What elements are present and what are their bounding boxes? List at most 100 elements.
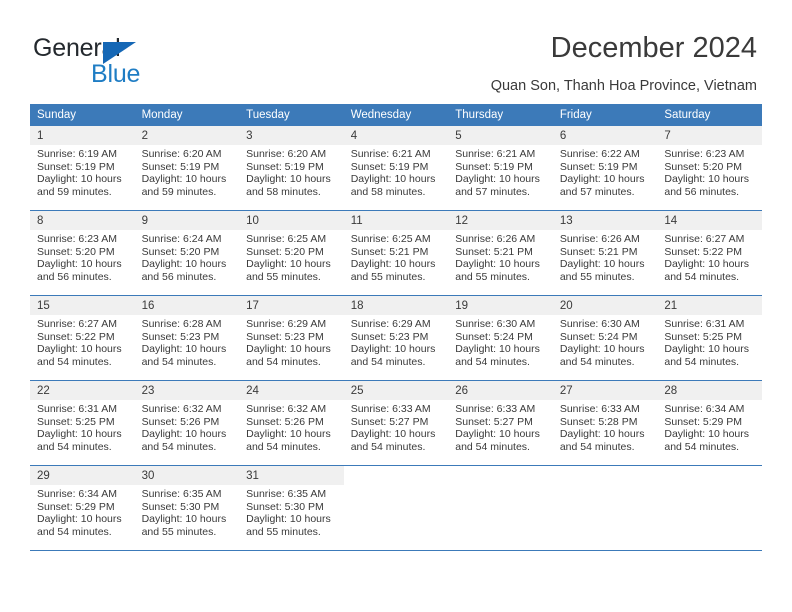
sunset-text: Sunset: 5:26 PM [246, 415, 324, 428]
day-cell[interactable]: 27 Sunrise: 6:33 AM Sunset: 5:28 PM Dayligh… [552, 380, 658, 466]
daylight-text-line1: Daylight: 10 hours [559, 173, 645, 186]
day-cell[interactable]: 30 Sunrise: 6:35 AM Sunset: 5:30 PM Dayligh… [134, 465, 240, 551]
sunrise-text: Sunrise: 6:35 AM [141, 488, 222, 500]
day-number: 6 [552, 126, 658, 145]
day-cell[interactable]: 11 Sunrise: 6:25 AM Sunset: 5:21 PM Dayligh… [343, 210, 449, 296]
daylight-text-line1: Daylight: 10 hours [664, 173, 750, 186]
day-cell[interactable]: 13 Sunrise: 6:26 AM Sunset: 5:21 PM Dayligh… [552, 210, 658, 296]
day-info: Sunrise: 6:34 AM Sunset: 5:29 PM Daylight:… [30, 485, 135, 538]
day-number: 11 [343, 211, 449, 230]
day-number: 5 [448, 126, 553, 145]
sunset-text: Sunset: 5:25 PM [37, 415, 115, 428]
sunrise-text: Sunrise: 6:33 AM [559, 403, 640, 415]
weekday-header-row: Sunday Monday Tuesday Wednesday Thursday… [30, 104, 762, 126]
daylight-text-line1: Daylight: 10 hours [350, 258, 436, 271]
day-cell[interactable]: 8 Sunrise: 6:23 AM Sunset: 5:20 PM Daylight… [30, 210, 135, 296]
sunrise-text: Sunrise: 6:27 AM [37, 318, 117, 330]
day-cell[interactable]: 29 Sunrise: 6:34 AM Sunset: 5:29 PM Dayligh… [30, 465, 135, 551]
day-cell[interactable]: 28 Sunrise: 6:34 AM Sunset: 5:29 PM Dayligh… [657, 380, 762, 466]
sunrise-text: Sunrise: 6:32 AM [246, 403, 327, 415]
day-info: Sunrise: 6:25 AM Sunset: 5:21 PM Daylight:… [344, 230, 449, 283]
day-cell[interactable]: 12 Sunrise: 6:26 AM Sunset: 5:21 PM Dayligh… [448, 210, 553, 296]
day-cell[interactable]: 26 Sunrise: 6:33 AM Sunset: 5:27 PM Dayligh… [448, 380, 553, 466]
day-cell-empty [552, 465, 658, 551]
daylight-text-line1: Daylight: 10 hours [141, 173, 227, 186]
day-cell[interactable]: 20 Sunrise: 6:30 AM Sunset: 5:24 PM Dayligh… [552, 295, 658, 381]
day-cell-empty [448, 465, 553, 551]
sunset-text: Sunset: 5:29 PM [37, 500, 115, 513]
day-info: Sunrise: 6:30 AM Sunset: 5:24 PM Daylight:… [448, 315, 553, 368]
weekday-header-saturday: Saturday [657, 104, 762, 126]
day-cell[interactable]: 3 Sunrise: 6:20 AM Sunset: 5:19 PM Daylight… [239, 126, 344, 211]
daylight-text-line2: and 54 minutes. [455, 355, 530, 368]
day-cell[interactable]: 19 Sunrise: 6:30 AM Sunset: 5:24 PM Dayligh… [448, 295, 553, 381]
day-info: Sunrise: 6:31 AM Sunset: 5:25 PM Daylight:… [657, 315, 762, 368]
day-cell[interactable]: 10 Sunrise: 6:25 AM Sunset: 5:20 PM Dayligh… [239, 210, 344, 296]
sunset-text: Sunset: 5:30 PM [246, 500, 324, 513]
daylight-text-line1: Daylight: 10 hours [37, 173, 122, 186]
day-cell[interactable]: 24 Sunrise: 6:32 AM Sunset: 5:26 PM Dayligh… [239, 380, 344, 466]
day-cell[interactable]: 22 Sunrise: 6:31 AM Sunset: 5:25 PM Dayligh… [30, 380, 135, 466]
daylight-text-line2: and 55 minutes. [559, 270, 635, 283]
daylight-text-line2: and 55 minutes. [455, 270, 530, 283]
day-cell[interactable]: 17 Sunrise: 6:29 AM Sunset: 5:23 PM Dayligh… [239, 295, 344, 381]
calendar-week-row: 29 Sunrise: 6:34 AM Sunset: 5:29 PM Dayligh… [30, 465, 762, 551]
daylight-text-line1: Daylight: 10 hours [141, 343, 227, 356]
sunrise-text: Sunrise: 6:19 AM [37, 148, 117, 160]
day-number: 18 [343, 296, 449, 315]
day-number [344, 466, 449, 485]
calendar-week-row: 15 Sunrise: 6:27 AM Sunset: 5:22 PM Dayligh… [30, 295, 762, 381]
day-info: Sunrise: 6:32 AM Sunset: 5:26 PM Daylight:… [239, 400, 344, 453]
day-cell[interactable]: 31 Sunrise: 6:35 AM Sunset: 5:30 PM Dayligh… [239, 465, 344, 551]
day-cell[interactable]: 6 Sunrise: 6:22 AM Sunset: 5:19 PM Daylight… [552, 126, 658, 211]
day-cell[interactable]: 7 Sunrise: 6:23 AM Sunset: 5:20 PM Daylight… [657, 126, 762, 211]
sunset-text: Sunset: 5:26 PM [141, 415, 220, 428]
day-cell[interactable]: 5 Sunrise: 6:21 AM Sunset: 5:19 PM Daylight… [448, 126, 553, 211]
day-cell-empty [657, 465, 762, 551]
sunrise-text: Sunrise: 6:23 AM [664, 148, 745, 160]
sunrise-text: Sunrise: 6:20 AM [246, 148, 327, 160]
day-cell[interactable]: 4 Sunrise: 6:21 AM Sunset: 5:19 PM Daylight… [343, 126, 449, 211]
day-info: Sunrise: 6:21 AM Sunset: 5:19 PM Daylight:… [344, 145, 449, 198]
day-cell[interactable]: 9 Sunrise: 6:24 AM Sunset: 5:20 PM Daylight… [134, 210, 240, 296]
sunrise-text: Sunrise: 6:30 AM [455, 318, 536, 330]
day-number: 4 [343, 126, 449, 145]
calendar-body: 1 Sunrise: 6:19 AM Sunset: 5:19 PM Daylight… [30, 126, 762, 551]
day-info: Sunrise: 6:33 AM Sunset: 5:28 PM Daylight:… [553, 400, 658, 453]
daylight-text-line1: Daylight: 10 hours [350, 173, 436, 186]
sunrise-sunset-calendar-table: Sunday Monday Tuesday Wednesday Thursday… [30, 104, 762, 551]
sunset-text: Sunset: 5:21 PM [350, 245, 429, 258]
day-cell[interactable]: 23 Sunrise: 6:32 AM Sunset: 5:26 PM Dayligh… [134, 380, 240, 466]
day-number: 31 [239, 466, 344, 485]
day-cell[interactable]: 25 Sunrise: 6:33 AM Sunset: 5:27 PM Dayligh… [343, 380, 449, 466]
generalblue-logo[interactable]: General Blue [33, 34, 233, 90]
sunset-text: Sunset: 5:19 PM [455, 160, 533, 173]
daylight-text-line1: Daylight: 10 hours [246, 343, 331, 356]
daylight-text-line2: and 54 minutes. [350, 355, 426, 368]
day-number: 26 [448, 381, 553, 400]
day-cell[interactable]: 14 Sunrise: 6:27 AM Sunset: 5:22 PM Dayligh… [657, 210, 762, 296]
day-cell[interactable]: 16 Sunrise: 6:28 AM Sunset: 5:23 PM Dayligh… [134, 295, 240, 381]
day-info: Sunrise: 6:27 AM Sunset: 5:22 PM Daylight:… [657, 230, 762, 283]
day-cell[interactable]: 15 Sunrise: 6:27 AM Sunset: 5:22 PM Dayligh… [30, 295, 135, 381]
weekday-header-monday: Monday [134, 104, 240, 126]
daylight-text-line2: and 55 minutes. [246, 525, 321, 538]
day-number: 28 [657, 381, 762, 400]
day-number: 12 [448, 211, 553, 230]
day-cell[interactable]: 2 Sunrise: 6:20 AM Sunset: 5:19 PM Daylight… [134, 126, 240, 211]
sunset-text: Sunset: 5:27 PM [455, 415, 533, 428]
daylight-text-line1: Daylight: 10 hours [246, 258, 331, 271]
daylight-text-line1: Daylight: 10 hours [141, 513, 227, 526]
sunset-text: Sunset: 5:19 PM [246, 160, 324, 173]
sunset-text: Sunset: 5:28 PM [559, 415, 638, 428]
day-cell[interactable]: 1 Sunrise: 6:19 AM Sunset: 5:19 PM Daylight… [30, 126, 135, 211]
sunset-text: Sunset: 5:19 PM [350, 160, 429, 173]
day-number [448, 466, 553, 485]
day-cell[interactable]: 18 Sunrise: 6:29 AM Sunset: 5:23 PM Dayligh… [343, 295, 449, 381]
sunrise-text: Sunrise: 6:31 AM [664, 318, 745, 330]
daylight-text-line1: Daylight: 10 hours [664, 258, 750, 271]
day-cell[interactable]: 21 Sunrise: 6:31 AM Sunset: 5:25 PM Dayligh… [657, 295, 762, 381]
day-info: Sunrise: 6:26 AM Sunset: 5:21 PM Daylight:… [553, 230, 658, 283]
day-info: Sunrise: 6:32 AM Sunset: 5:26 PM Daylight:… [135, 400, 240, 453]
day-number: 13 [552, 211, 658, 230]
